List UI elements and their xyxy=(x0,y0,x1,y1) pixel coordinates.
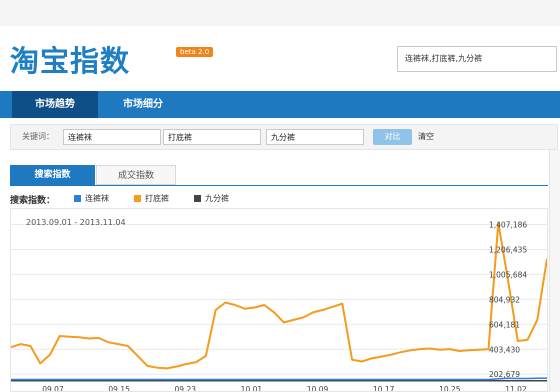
top-strip xyxy=(0,0,560,26)
legend-item-jiufenku[interactable]: 九分裤 xyxy=(194,193,229,204)
search-input[interactable]: 连裤袜,打底裤,九分裤 xyxy=(397,46,557,72)
chart-date-range: 2013.09.01 - 2013.11.04 xyxy=(26,218,126,227)
legend-item-dadiku[interactable]: 打底裤 xyxy=(134,193,169,204)
chart-panel: 202,679 403,430 604,181 804,932 1,005,684 1,2… xyxy=(10,208,548,392)
series-line-连裤袜 xyxy=(11,377,547,381)
keyword-input-2[interactable]: 打底裤 xyxy=(163,129,261,145)
x-tick-label-2: 09.23 xyxy=(175,385,197,392)
legend-title: 搜索指数： xyxy=(10,196,56,206)
x-tick-label-6: 10.25 xyxy=(439,385,461,392)
y-tick-label-3: 804,932 xyxy=(489,295,520,304)
y-tick-label-4: 1,005,684 xyxy=(489,270,527,279)
y-tick-label-2: 604,181 xyxy=(489,320,520,329)
series-line-打底裤 xyxy=(11,221,547,370)
y-tick-label-0: 202,679 xyxy=(489,370,520,379)
x-tick-label-1: 09.15 xyxy=(108,385,130,392)
x-tick-label-4: 10.09 xyxy=(307,385,329,392)
legend-swatch-orange xyxy=(134,195,141,202)
subtab-underline xyxy=(10,185,548,186)
y-tick-label-1: 403,430 xyxy=(489,345,520,354)
x-tick-label-3: 10.01 xyxy=(241,385,263,392)
legend-label: 九分裤 xyxy=(205,194,229,203)
legend-label: 打底裤 xyxy=(145,194,169,203)
taobao-index-logo[interactable]: 淘宝指数 xyxy=(10,38,130,80)
x-tick-label-5: 10.17 xyxy=(373,385,395,392)
beta-badge: beta 2.0 xyxy=(176,47,214,57)
compare-button[interactable]: 对比 xyxy=(373,129,412,145)
right-scroll-strip[interactable] xyxy=(549,150,560,392)
tab-market-trend[interactable]: 市场趋势 xyxy=(12,91,98,118)
y-tick-label-5: 1,206,435 xyxy=(489,245,527,254)
keyword-input-1[interactable]: 连裤袜 xyxy=(63,129,161,145)
legend-label: 连裤袜 xyxy=(85,194,109,203)
tab-transaction-index[interactable]: 成交指数 xyxy=(96,165,176,185)
legend-swatch-blue xyxy=(74,195,81,202)
tab-market-segment[interactable]: 市场细分 xyxy=(100,91,186,118)
x-tick-label-7: 11.02 xyxy=(505,385,527,392)
x-tick-label-0: 09.07 xyxy=(42,385,64,392)
legend-swatch-dark xyxy=(194,195,201,202)
search-index-chart[interactable]: 202,679 403,430 604,181 804,932 1,005,684 1,2… xyxy=(11,209,548,392)
keyword-input-3[interactable]: 九分裤 xyxy=(266,129,364,145)
keyword-label: 关键词： xyxy=(22,132,54,141)
y-tick-label-6: 1,407,186 xyxy=(489,221,527,230)
tab-search-index[interactable]: 搜索指数 xyxy=(10,165,95,185)
legend-item-liankuwa[interactable]: 连裤袜 xyxy=(74,193,109,204)
clear-link[interactable]: 清空 xyxy=(418,131,434,142)
